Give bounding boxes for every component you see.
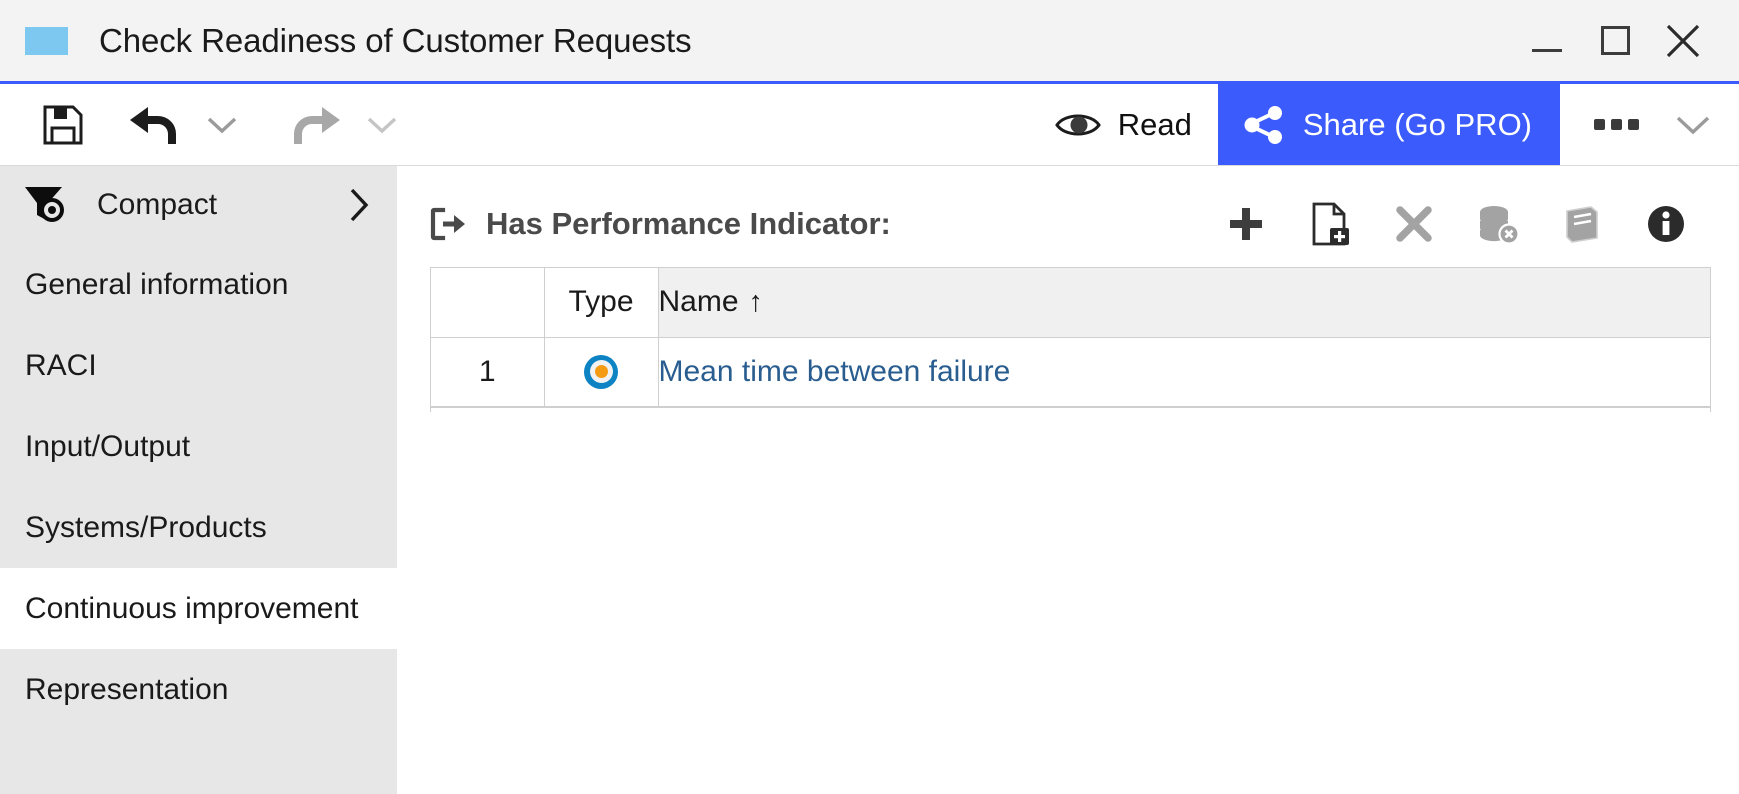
document-color-swatch	[25, 26, 68, 55]
redo-icon	[294, 106, 340, 144]
column-header-type[interactable]: Type	[544, 268, 659, 338]
sort-ascending-icon: ↑	[748, 286, 764, 319]
row-index: 1	[431, 337, 545, 407]
sidebar-item-raci[interactable]: RACI	[0, 325, 397, 406]
performance-indicator-table: Type Name ↑ 1 Mean time between failure	[430, 267, 1711, 407]
info-icon	[1648, 206, 1684, 242]
save-icon	[43, 105, 83, 144]
chevron-down-icon	[207, 117, 237, 133]
catalog-button[interactable]	[1540, 194, 1624, 254]
maximize-button[interactable]	[1581, 11, 1649, 71]
kpi-indicator-icon	[584, 354, 618, 389]
sidebar-item-label: General information	[25, 267, 289, 301]
minimize-button[interactable]	[1513, 11, 1581, 71]
read-mode-button[interactable]: Read	[1029, 84, 1218, 165]
chevron-right-icon	[350, 188, 369, 222]
more-dot-icon	[1628, 119, 1639, 130]
row-name-link[interactable]: Mean time between failure	[659, 355, 1011, 388]
more-dropdown-button[interactable]	[1657, 84, 1739, 165]
row-type-cell	[544, 337, 659, 407]
row-name-cell: Mean time between failure	[658, 337, 1710, 407]
close-x-icon	[1396, 206, 1432, 242]
toolbar-left-group	[0, 95, 408, 155]
filter-icon	[25, 187, 64, 222]
info-button[interactable]	[1624, 194, 1708, 254]
undo-icon	[130, 106, 176, 144]
section-header: Has Performance Indicator:	[430, 166, 1712, 254]
kpi-indicator-core	[594, 365, 608, 378]
sidebar-filter-compact[interactable]: Compact	[0, 166, 397, 244]
more-dot-icon	[1594, 119, 1605, 130]
new-document-button[interactable]	[1288, 194, 1372, 254]
plus-icon	[1230, 208, 1262, 240]
eye-icon	[1054, 114, 1101, 135]
undo-dropdown-button[interactable]	[196, 95, 248, 155]
sidebar-item-label: Continuous improvement	[25, 591, 359, 625]
column-header-name[interactable]: Name ↑	[658, 268, 1710, 338]
table-header-row: Type Name ↑	[431, 268, 1710, 338]
sidebar-item-systems-products[interactable]: Systems/Products	[0, 487, 397, 568]
chevron-down-icon	[367, 117, 397, 133]
table-row[interactable]: 1 Mean time between failure	[431, 337, 1710, 407]
remove-button[interactable]	[1372, 194, 1456, 254]
title-bar-left: Check Readiness of Customer Requests	[0, 22, 1513, 60]
sidebar-item-label: Representation	[25, 672, 229, 706]
redo-dropdown-button[interactable]	[356, 95, 408, 155]
close-icon	[1666, 24, 1700, 57]
sidebar-item-label: Systems/Products	[25, 510, 267, 544]
toolbar-right-group: Read Share (Go PRO)	[1029, 84, 1739, 165]
more-dot-icon	[1611, 119, 1622, 130]
save-button[interactable]	[26, 95, 100, 155]
column-header-name-label: Name	[658, 285, 739, 319]
close-button[interactable]	[1649, 11, 1717, 71]
clear-data-button[interactable]	[1456, 194, 1540, 254]
sidebar-item-general-information[interactable]: General information	[0, 244, 397, 325]
table-footer-border	[430, 406, 1711, 412]
file-plus-icon	[1312, 202, 1349, 246]
section-action-bar	[1204, 194, 1712, 254]
sidebar-navigation: Compact General information RACI Input/O…	[0, 166, 397, 794]
relation-arrow-icon	[430, 207, 465, 241]
window-controls	[1513, 11, 1739, 71]
chevron-down-icon	[1676, 116, 1710, 134]
sidebar-item-input-output[interactable]: Input/Output	[0, 406, 397, 487]
application-window: Check Readiness of Customer Requests Rea…	[0, 0, 1739, 794]
database-remove-icon	[1480, 206, 1520, 245]
sidebar-item-label: Input/Output	[25, 429, 191, 463]
redo-button[interactable]	[274, 95, 356, 155]
window-title: Check Readiness of Customer Requests	[99, 21, 692, 59]
section-title: Has Performance Indicator:	[486, 206, 891, 241]
maximize-icon	[1600, 26, 1630, 55]
sidebar-item-continuous-improvement[interactable]: Continuous improvement	[0, 568, 397, 649]
title-bar: Check Readiness of Customer Requests	[0, 0, 1739, 84]
kpi-indicator-inner	[589, 360, 613, 383]
sidebar-item-representation[interactable]: Representation	[0, 649, 397, 730]
more-options-button[interactable]	[1560, 84, 1657, 165]
main-toolbar: Read Share (Go PRO)	[0, 84, 1739, 166]
share-go-pro-button[interactable]: Share (Go PRO)	[1217, 84, 1560, 165]
sidebar-expand-button[interactable]	[348, 187, 370, 223]
sidebar-item-label: RACI	[25, 348, 97, 382]
minimize-icon	[1532, 49, 1562, 52]
column-header-index[interactable]	[431, 268, 545, 338]
read-mode-label: Read	[1117, 106, 1192, 142]
share-button-label: Share (Go PRO)	[1302, 106, 1532, 142]
add-button[interactable]	[1204, 194, 1288, 254]
sidebar-filter-label: Compact	[97, 188, 218, 221]
body-area: Compact General information RACI Input/O…	[0, 166, 1739, 794]
undo-button[interactable]	[114, 95, 196, 155]
book-icon	[1566, 206, 1598, 243]
main-content-panel: Has Performance Indicator: Type Name ↑ 1…	[397, 166, 1739, 794]
share-icon	[1244, 105, 1282, 144]
